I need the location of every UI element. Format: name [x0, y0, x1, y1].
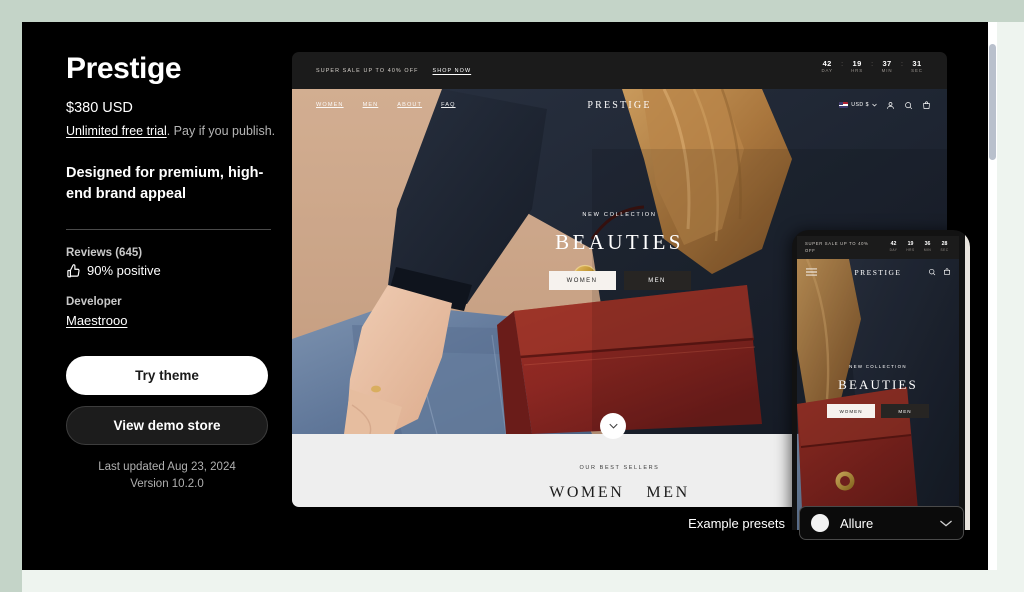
- preset-dropdown[interactable]: Allure: [799, 506, 964, 540]
- announcement-bar: SUPER SALE UP TO 40% OFF SHOP NOW 42 DAY…: [292, 52, 947, 89]
- example-presets-row: Example presets Allure: [688, 506, 964, 540]
- mobile-women-button[interactable]: WOMEN: [827, 404, 875, 418]
- reviews-label[interactable]: Reviews (645): [66, 247, 296, 259]
- countdown-label: SEC: [911, 68, 923, 74]
- mobile-preview[interactable]: SUPER SALE UP TO 40% OFF 42 DAY 19 HRS 3…: [792, 230, 970, 530]
- hero-title: BEAUTIES: [555, 230, 684, 254]
- countdown-timer: 42 DAY : 19 HRS : 37 MIN : 31 SEC: [813, 59, 931, 74]
- section-divider: [66, 228, 271, 230]
- hero-men-button[interactable]: MEN: [623, 271, 691, 290]
- version-text: Version 10.2.0: [130, 477, 204, 490]
- phone-bezel: [965, 230, 970, 530]
- developer-link[interactable]: Maestrooo: [66, 313, 127, 328]
- mobile-hero-title: BEAUTIES: [838, 377, 918, 392]
- mobile-hero-content: NEW COLLECTION BEAUTIES WOMEN MEN: [797, 364, 959, 418]
- store-nav: WOMEN MEN ABOUT FAQ PRESTIGE USD $: [292, 89, 947, 121]
- mobile-nav: PRESTIGE: [797, 259, 959, 285]
- rating-row: 90% positive: [66, 263, 296, 278]
- theme-price: $380 USD: [66, 100, 133, 116]
- cart-icon[interactable]: [922, 100, 931, 110]
- preset-color-swatch: [811, 514, 829, 532]
- hero-eyebrow: NEW COLLECTION: [582, 212, 657, 218]
- rating-text: 90% positive: [87, 262, 161, 278]
- countdown-label: MIN: [881, 68, 893, 74]
- screenshot-root: Prestige $380 USD Unlimited free trial. …: [0, 0, 1024, 592]
- currency-label: USD $: [851, 102, 869, 108]
- best-sellers-men[interactable]: MEN: [646, 484, 689, 502]
- mobile-nav-actions: [928, 268, 951, 276]
- countdown-value: 19: [852, 59, 862, 68]
- countdown-value: 42: [822, 59, 832, 68]
- theme-tagline: Designed for premium, high-end brand app…: [66, 164, 264, 202]
- thumbs-up-icon: [66, 263, 81, 278]
- countdown-unit: 37 MIN: [873, 59, 901, 74]
- mobile-hero-buttons: WOMEN MEN: [797, 404, 959, 418]
- countdown-label: DAY: [821, 68, 833, 74]
- countdown-value: 31: [912, 59, 922, 68]
- account-icon[interactable]: [886, 101, 895, 110]
- try-theme-button[interactable]: Try theme: [66, 355, 268, 395]
- countdown-unit: 31 SEC: [903, 59, 931, 74]
- best-sellers-women[interactable]: WOMEN: [549, 484, 624, 502]
- developer-label: Developer: [66, 295, 122, 308]
- search-icon[interactable]: [904, 101, 913, 110]
- cart-icon[interactable]: [943, 268, 951, 276]
- trial-note: Unlimited free trial. Pay if you publish…: [66, 123, 296, 141]
- countdown-label: HRS: [851, 68, 864, 74]
- theme-detail-panel: Prestige $380 USD Unlimited free trial. …: [22, 22, 997, 570]
- theme-info-column: Prestige $380 USD Unlimited free trial. …: [66, 52, 296, 493]
- countdown-value: 37: [882, 59, 892, 68]
- nav-actions: USD $: [839, 100, 931, 110]
- shop-now-link[interactable]: SHOP NOW: [433, 68, 472, 74]
- chevron-down-icon: [872, 103, 877, 107]
- us-flag-icon: [839, 102, 849, 108]
- search-icon[interactable]: [928, 268, 936, 276]
- chevron-down-icon: [940, 520, 952, 526]
- countdown-unit: 42 DAY: [813, 59, 841, 74]
- mobile-hero-eyebrow: NEW COLLECTION: [849, 364, 907, 369]
- example-presets-label: Example presets: [688, 515, 785, 531]
- announcement-text: SUPER SALE UP TO 40% OFF: [316, 67, 419, 74]
- hero-women-button[interactable]: WOMEN: [548, 271, 616, 290]
- version-info: Last updated Aug 23, 2024 Version 10.2.0: [66, 459, 268, 494]
- view-demo-store-button[interactable]: View demo store: [66, 405, 268, 445]
- free-trial-link[interactable]: Unlimited free trial: [66, 124, 167, 138]
- mobile-men-button[interactable]: MEN: [881, 404, 929, 418]
- countdown-unit: 19 HRS: [843, 59, 871, 74]
- trial-note-rest: . Pay if you publish.: [166, 124, 276, 138]
- page-title: Prestige: [66, 52, 182, 85]
- vertical-scrollbar[interactable]: [988, 22, 997, 570]
- scroll-down-button[interactable]: [600, 413, 626, 439]
- preset-selected-value: Allure: [840, 515, 874, 531]
- chevron-down-icon: [608, 423, 618, 429]
- last-updated-text: Last updated Aug 23, 2024: [98, 460, 236, 473]
- phone-screen: SUPER SALE UP TO 40% OFF 42 DAY 19 HRS 3…: [797, 236, 959, 530]
- currency-selector[interactable]: USD $: [839, 102, 877, 108]
- scrollbar-thumb[interactable]: [989, 44, 996, 160]
